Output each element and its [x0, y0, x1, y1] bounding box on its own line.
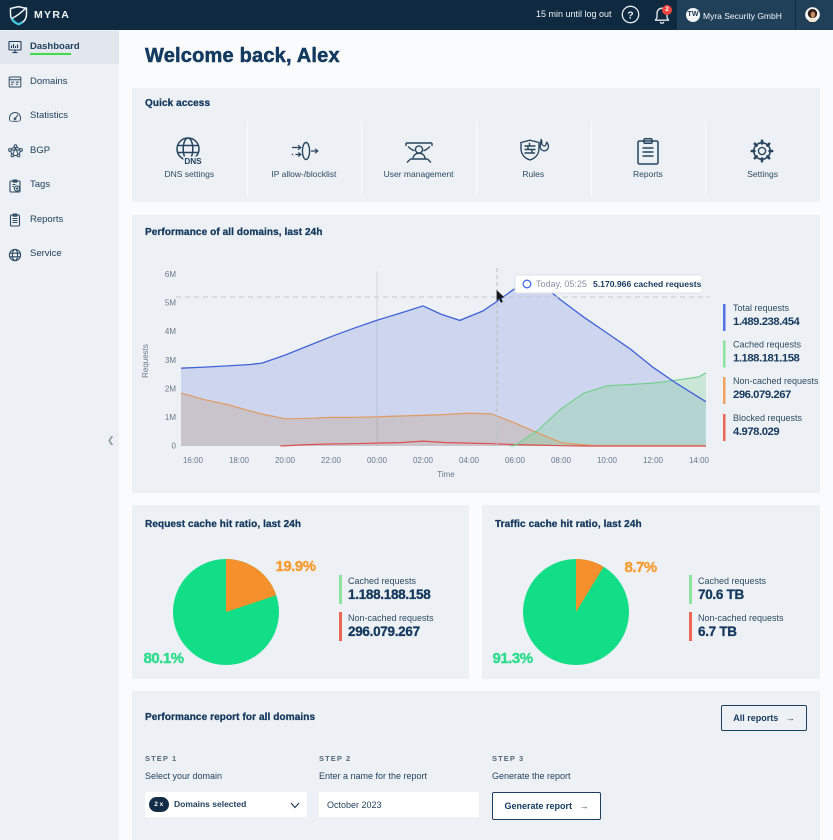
svg-text:20:00: 20:00 — [275, 456, 296, 465]
svg-text:DNS: DNS — [185, 157, 203, 166]
svg-text:3M: 3M — [165, 356, 176, 365]
svg-text:5M: 5M — [165, 299, 176, 308]
svg-text:Requests: Requests — [141, 344, 150, 378]
svg-text:Total requests: Total requests — [733, 303, 790, 313]
svg-text:Non-cached requests: Non-cached requests — [733, 376, 819, 386]
svg-text:1.489.238.454: 1.489.238.454 — [733, 316, 801, 328]
svg-text:06:00: 06:00 — [505, 456, 526, 465]
svg-text:22:00: 22:00 — [321, 456, 342, 465]
svg-text:2M: 2M — [165, 384, 176, 393]
svg-text:Today, 05:25: Today, 05:25 — [536, 279, 587, 289]
svg-text:10:00: 10:00 — [597, 456, 618, 465]
svg-text:04:00: 04:00 — [459, 456, 480, 465]
svg-text:5.170.966 cached requests: 5.170.966 cached requests — [593, 279, 702, 289]
svg-text:Blocked requests: Blocked requests — [733, 413, 803, 423]
svg-text:00:00: 00:00 — [367, 456, 388, 465]
svg-text:1.188.181.158: 1.188.181.158 — [733, 353, 800, 365]
svg-text:18:00: 18:00 — [229, 456, 250, 465]
svg-text:0: 0 — [172, 442, 177, 451]
svg-text:?: ? — [627, 9, 633, 21]
svg-text:1M: 1M — [165, 413, 176, 422]
svg-text:12:00: 12:00 — [643, 456, 664, 465]
svg-text:4M: 4M — [165, 327, 176, 336]
svg-text:296.079.267: 296.079.267 — [733, 389, 791, 401]
svg-text:6M: 6M — [165, 270, 176, 279]
svg-text:Time: Time — [437, 470, 455, 479]
svg-text:08:00: 08:00 — [551, 456, 572, 465]
svg-text:02:00: 02:00 — [413, 456, 434, 465]
svg-text:14:00: 14:00 — [689, 456, 710, 465]
svg-text:4.978.029: 4.978.029 — [733, 426, 779, 438]
svg-text:16:00: 16:00 — [183, 456, 204, 465]
svg-text:Cached requests: Cached requests — [733, 340, 802, 350]
